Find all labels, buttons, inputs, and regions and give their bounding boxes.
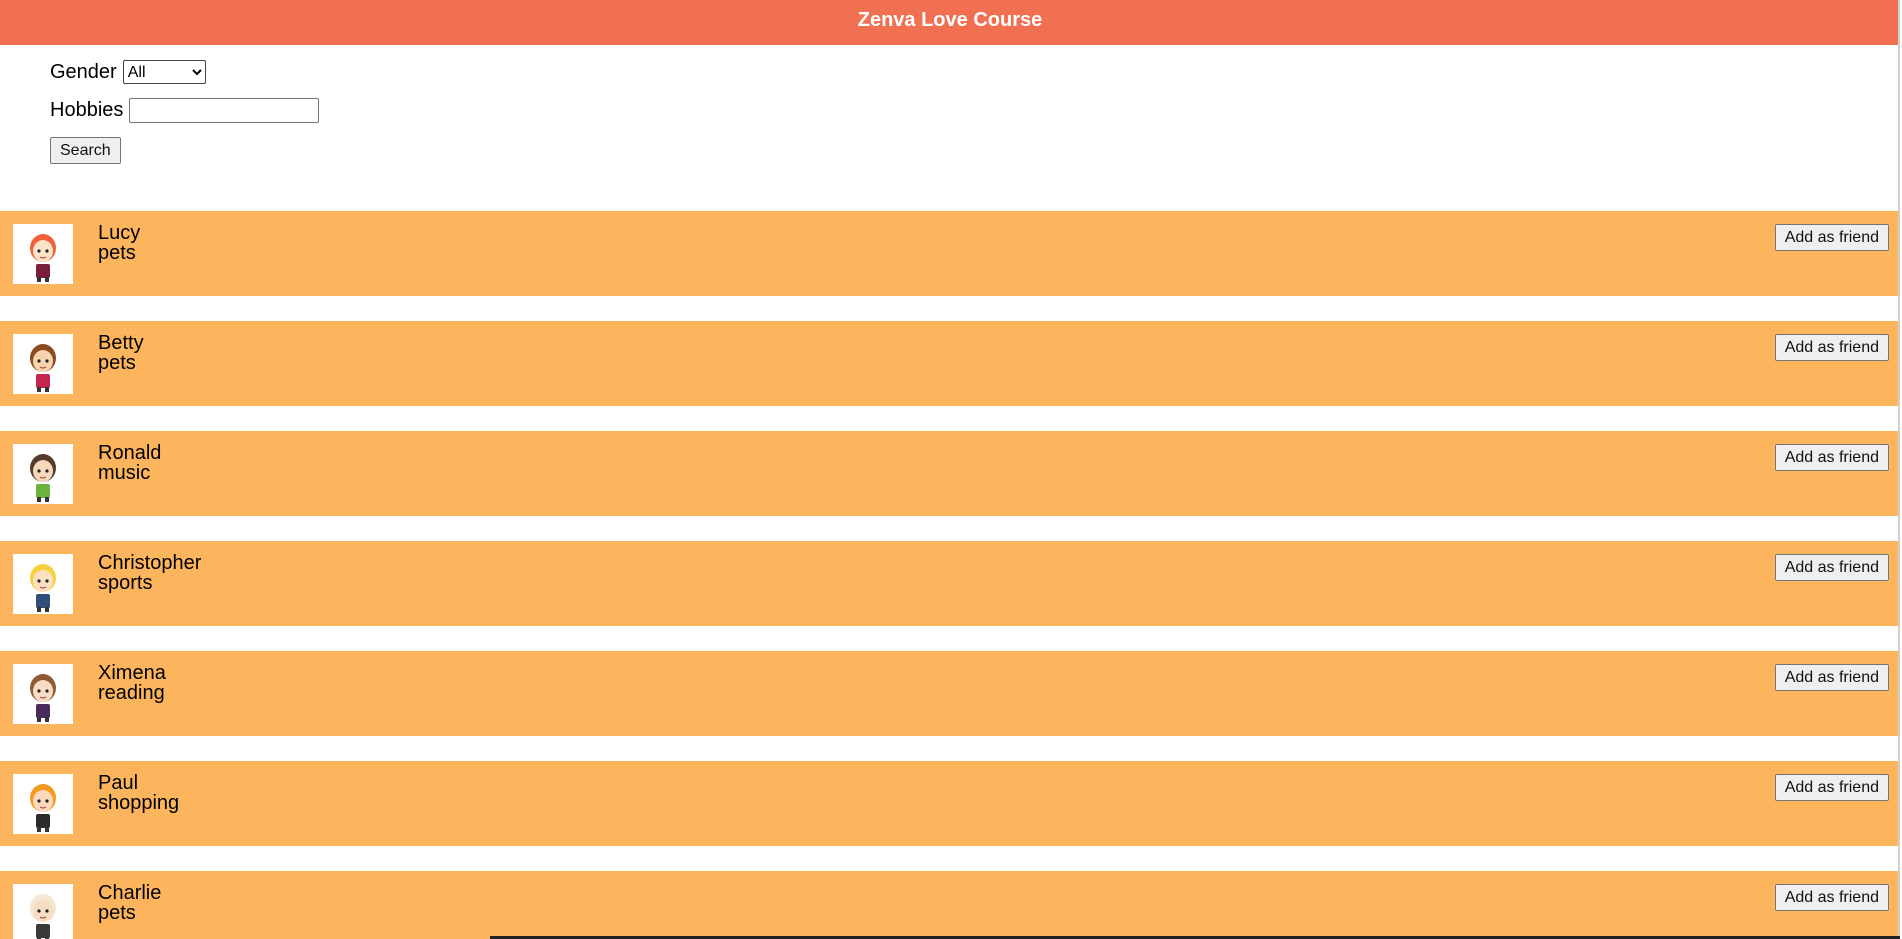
person-hobby: pets	[98, 352, 136, 374]
person-info: Christopher sports	[98, 553, 201, 593]
person-row: Charlie pets Add as friend	[0, 871, 1900, 939]
avatar-icon	[30, 344, 56, 392]
person-row: Paul shopping Add as friend	[0, 761, 1900, 846]
page-header: Zenva Love Course	[0, 0, 1900, 45]
person-hobby: shopping	[98, 792, 180, 814]
avatar	[13, 444, 73, 504]
hobbies-input[interactable]	[129, 97, 320, 123]
avatar	[13, 334, 73, 394]
search-button[interactable]: Search	[50, 137, 121, 164]
avatar	[13, 224, 73, 284]
person-hobby: pets	[98, 902, 136, 924]
avatar-icon	[30, 454, 56, 502]
gender-row: Gender All	[50, 55, 1900, 89]
person-hobby: music	[98, 462, 151, 484]
page: Zenva Love Course Gender All Hobbies Sea…	[0, 0, 1900, 939]
avatar-icon	[30, 234, 56, 282]
avatar	[13, 774, 73, 834]
person-row: Lucy pets Add as friend	[0, 211, 1900, 296]
add-friend-button[interactable]: Add as friend	[1774, 554, 1889, 581]
person-name: Ximena	[98, 662, 166, 684]
avatar-icon	[30, 894, 56, 939]
add-friend-button[interactable]: Add as friend	[1774, 334, 1889, 361]
people-list: Lucy pets Add as friend Betty pets Add as fri…	[0, 211, 1900, 939]
gender-label: Gender	[50, 60, 117, 83]
person-info: Charlie pets	[98, 883, 161, 923]
avatar	[13, 554, 73, 614]
person-hobby: sports	[98, 572, 153, 594]
add-friend-button[interactable]: Add as friend	[1774, 444, 1889, 471]
hobbies-label: Hobbies	[50, 98, 124, 121]
add-friend-button[interactable]: Add as friend	[1774, 774, 1889, 801]
avatar-icon	[30, 564, 56, 612]
person-row: Ronald music Add as friend	[0, 431, 1900, 516]
gender-select[interactable]: All	[122, 60, 206, 84]
person-row: Betty pets Add as friend	[0, 321, 1900, 406]
person-name: Christopher	[98, 552, 202, 574]
avatar	[13, 884, 73, 939]
person-name: Betty	[98, 332, 144, 354]
person-name: Paul	[98, 772, 139, 794]
scrollbar[interactable]	[1898, 0, 1900, 939]
person-row: Christopher sports Add as friend	[0, 541, 1900, 626]
person-name: Ronald	[98, 442, 162, 464]
avatar	[13, 664, 73, 724]
add-friend-button[interactable]: Add as friend	[1774, 664, 1889, 691]
person-info: Lucy pets	[98, 223, 140, 263]
avatar-icon	[30, 674, 56, 722]
avatar-icon	[30, 784, 56, 832]
hobbies-row: Hobbies	[50, 93, 1900, 127]
add-friend-button[interactable]: Add as friend	[1774, 224, 1889, 251]
person-info: Betty pets	[98, 333, 144, 373]
person-name: Lucy	[98, 222, 141, 244]
person-info: Ximena reading	[98, 663, 166, 703]
person-info: Paul shopping	[98, 773, 179, 813]
person-name: Charlie	[98, 882, 162, 904]
search-form: Gender All Hobbies Search	[0, 45, 1900, 164]
person-row: Ximena reading Add as friend	[0, 651, 1900, 736]
person-info: Ronald music	[98, 443, 161, 483]
person-hobby: pets	[98, 242, 136, 264]
page-title: Zenva Love Course	[857, 9, 1043, 31]
person-hobby: reading	[98, 682, 165, 704]
add-friend-button[interactable]: Add as friend	[1774, 884, 1889, 911]
